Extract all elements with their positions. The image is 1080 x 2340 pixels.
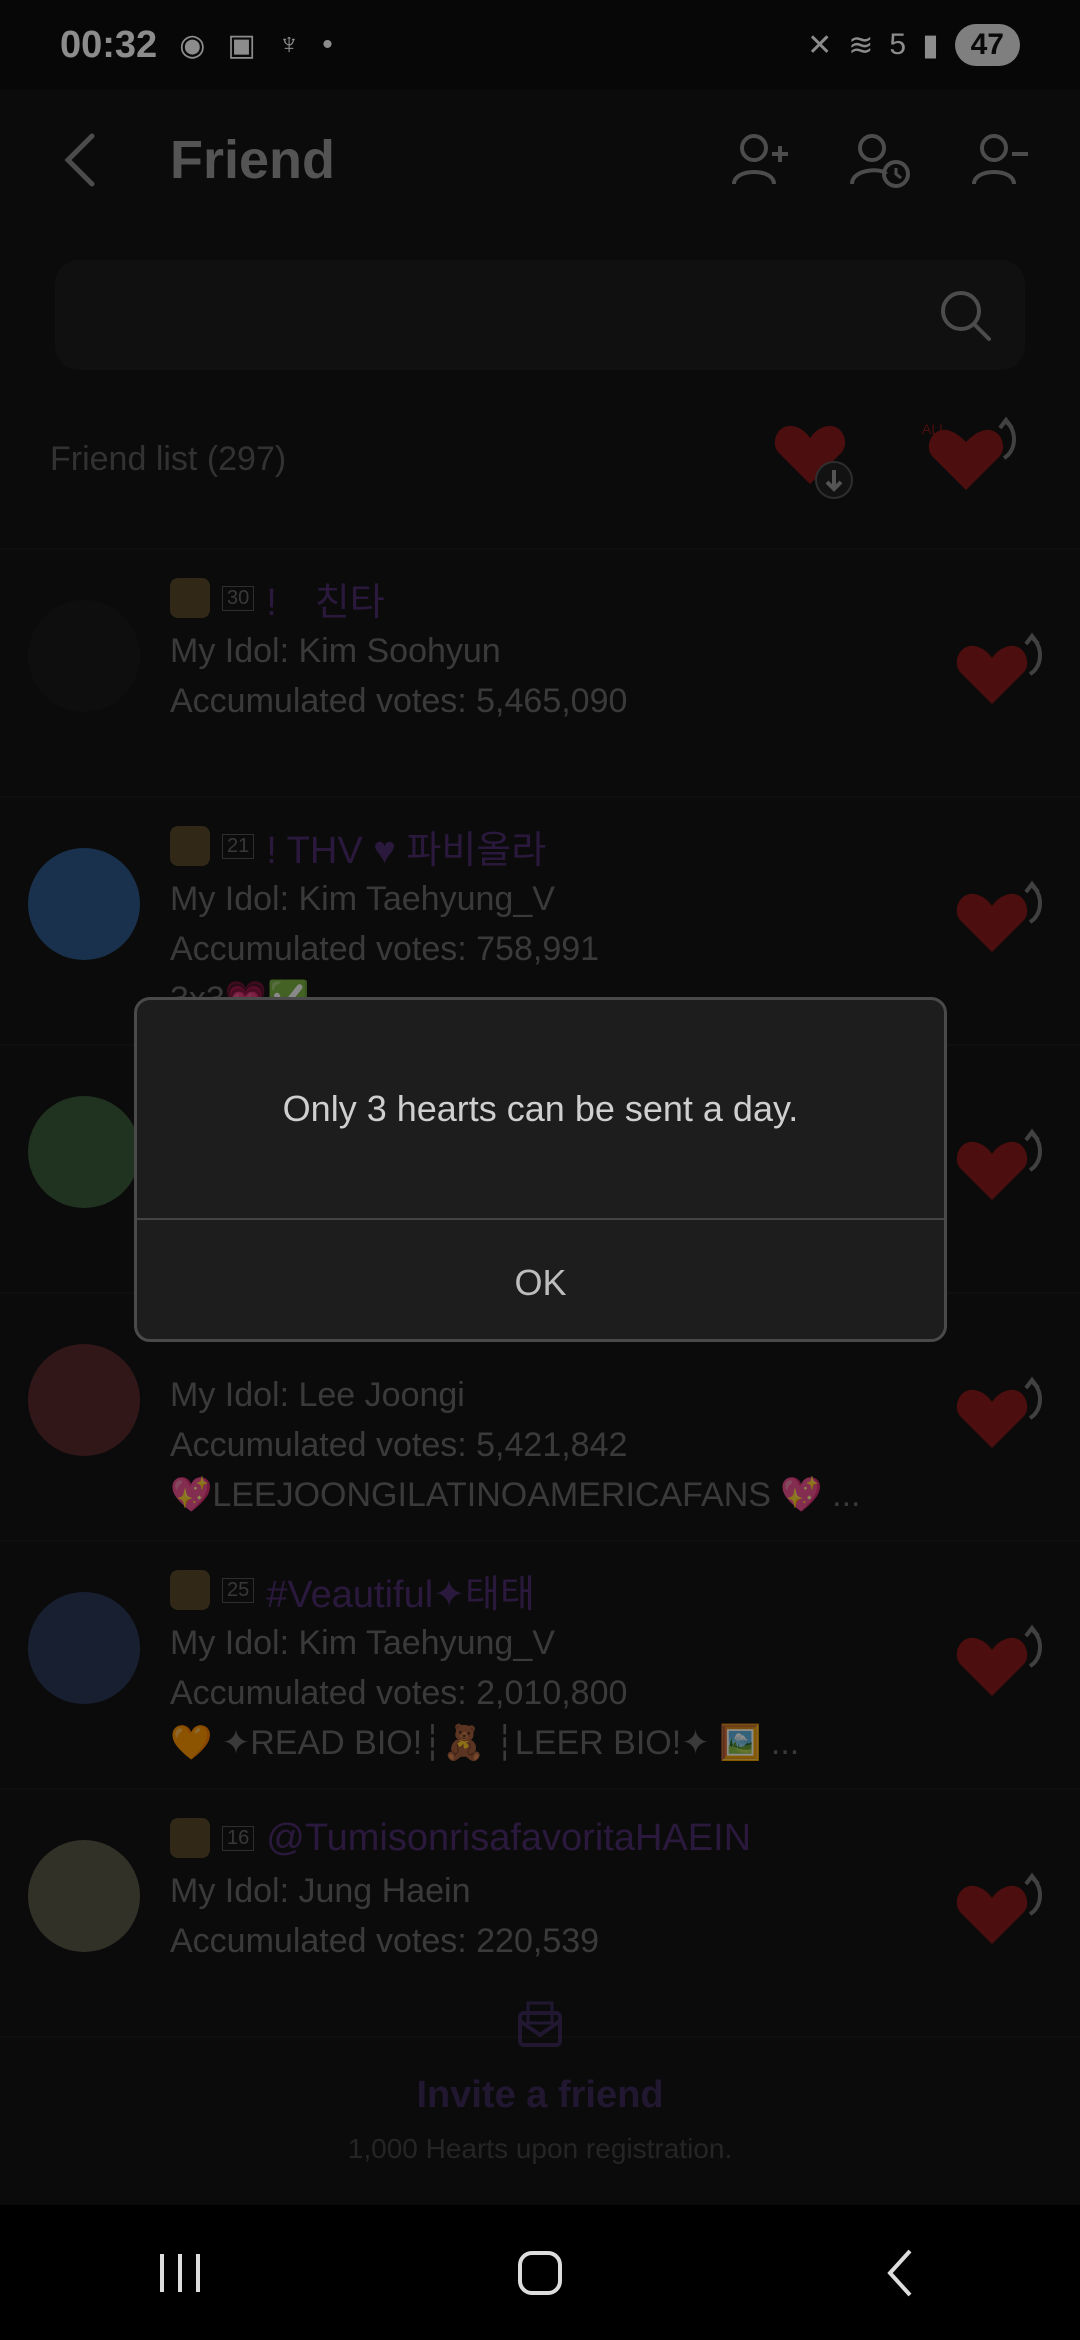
system-nav-bar [0,2205,1080,2340]
alert-dialog: Only 3 hearts can be sent a day. OK [134,997,947,1342]
recent-apps-button[interactable] [130,2223,230,2323]
home-button[interactable] [490,2223,590,2323]
ok-button[interactable]: OK [137,1220,944,1339]
home-icon [518,2250,562,2295]
system-back-icon [887,2249,912,2296]
recents-icon [160,2253,200,2292]
dialog-message: Only 3 hearts can be sent a day. [137,1000,944,1220]
system-back-button[interactable] [850,2223,950,2323]
